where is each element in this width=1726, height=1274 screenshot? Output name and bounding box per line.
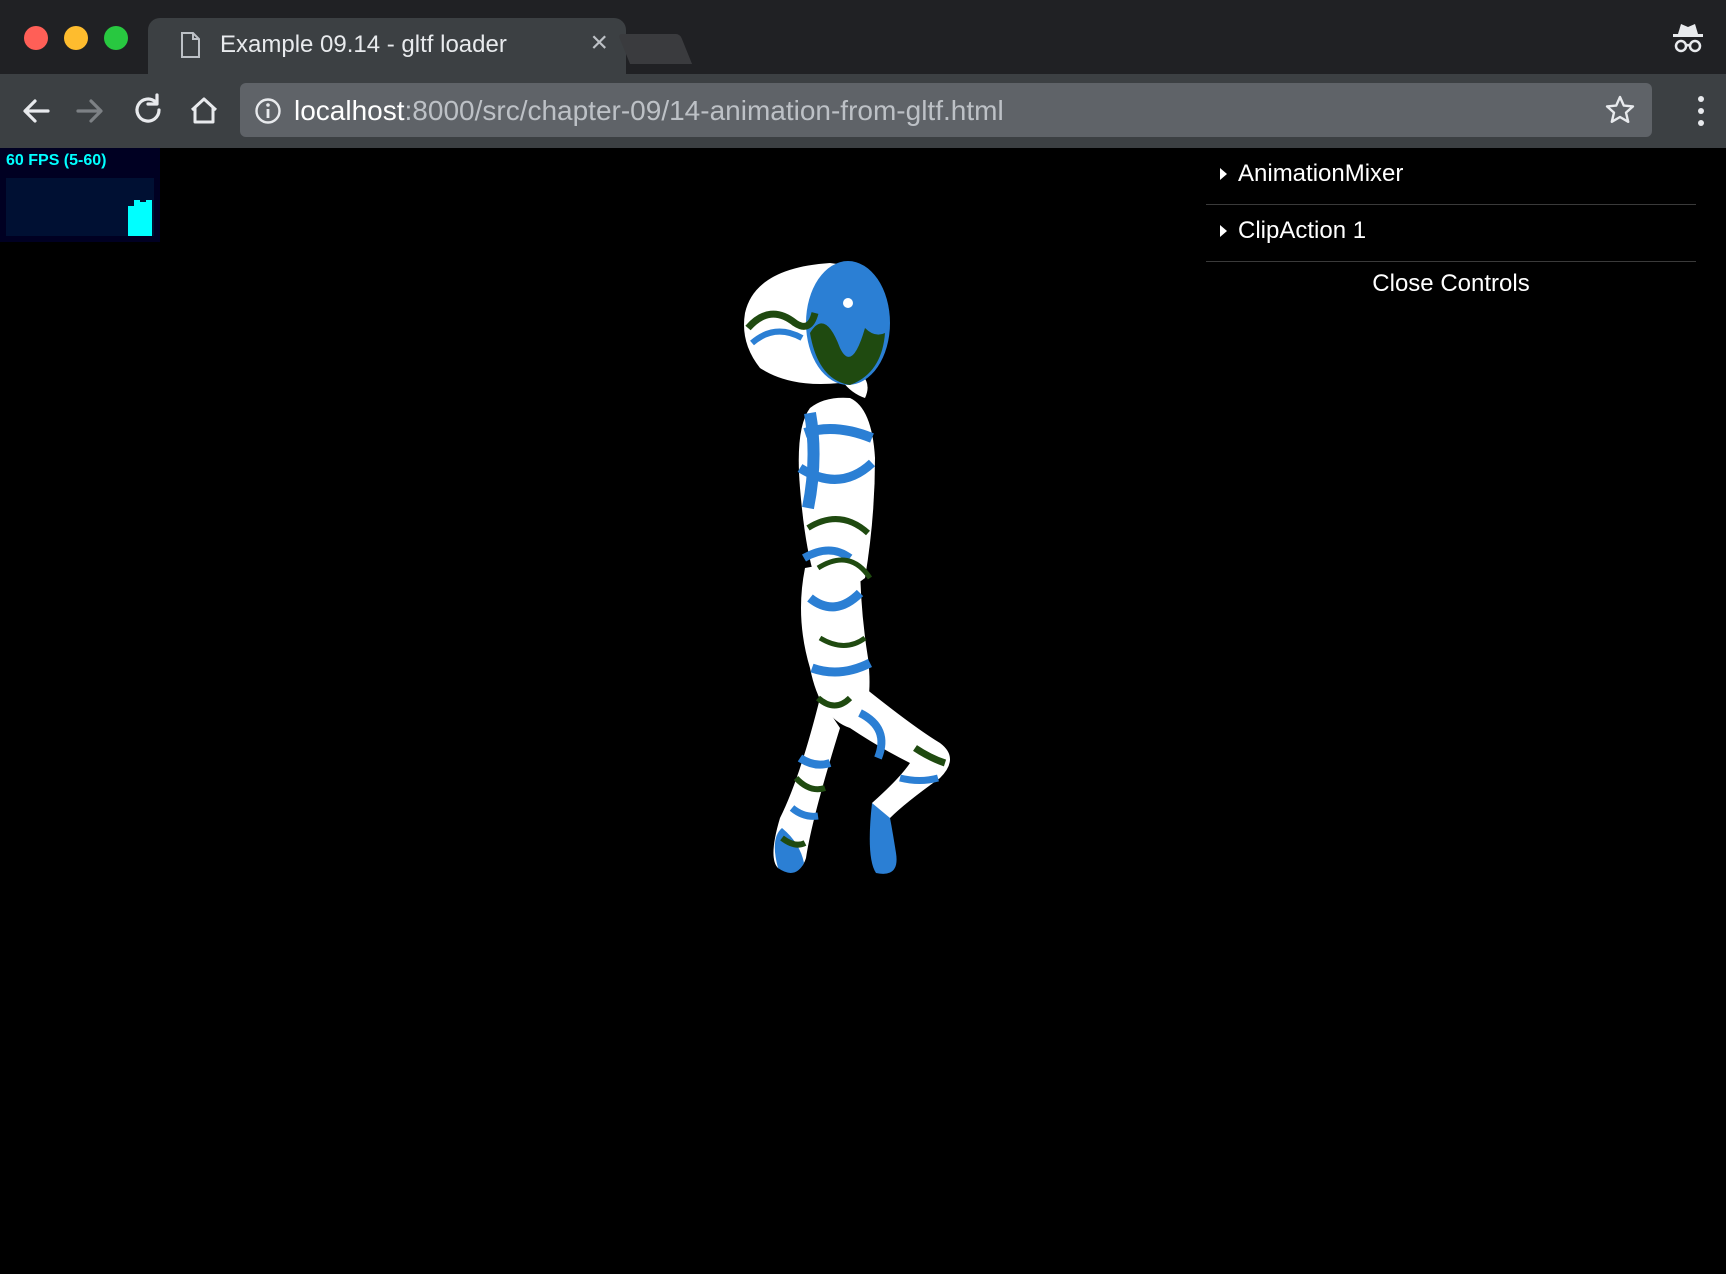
back-arrow-icon[interactable] [16, 91, 56, 131]
fps-readout: 60 FPS (5-60) [6, 152, 107, 169]
incognito-icon [1673, 24, 1703, 53]
url-text: localhost:8000/src/chapter-09/14-animati… [294, 95, 1004, 127]
new-tab-button[interactable] [617, 34, 693, 64]
gui-folder-clip-action[interactable]: ClipAction 1 [1206, 205, 1696, 262]
gui-folder-label: AnimationMixer [1238, 160, 1404, 187]
browser-title-bar: Example 09.14 - gltf loader × [0, 0, 1726, 74]
tab-close-icon[interactable]: × [590, 28, 608, 58]
caret-right-icon [1220, 168, 1227, 180]
reload-icon[interactable] [128, 91, 168, 131]
browser-tab[interactable]: Example 09.14 - gltf loader × [148, 18, 626, 74]
url-host: localhost [294, 95, 405, 126]
info-icon[interactable] [254, 97, 282, 125]
browser-toolbar: localhost:8000/src/chapter-09/14-animati… [0, 74, 1726, 148]
caret-right-icon [1220, 225, 1227, 237]
minimize-window-button[interactable] [64, 26, 88, 50]
close-controls-button[interactable]: Close Controls [1206, 262, 1696, 306]
webgl-canvas[interactable]: 60 FPS (5-60) AnimationMixer ClipAction … [0, 148, 1726, 1274]
fps-stats-panel[interactable]: 60 FPS (5-60) [0, 148, 160, 242]
forward-arrow-icon[interactable] [70, 91, 110, 131]
fps-graph [6, 178, 154, 236]
animated-character-model [744, 261, 950, 874]
tab-title: Example 09.14 - gltf loader [220, 31, 507, 58]
address-bar[interactable]: localhost:8000/src/chapter-09/14-animati… [240, 83, 1652, 137]
home-icon[interactable] [184, 91, 224, 131]
three-dots-menu-icon[interactable] [1696, 92, 1706, 130]
url-path: :8000/src/chapter-09/14-animation-from-g… [404, 95, 1004, 126]
gui-controls-panel: AnimationMixer ClipAction 1 Close Contro… [1206, 148, 1696, 306]
gui-folder-label: ClipAction 1 [1238, 217, 1367, 244]
close-window-button[interactable] [24, 26, 48, 50]
page-icon [181, 32, 200, 58]
fps-graph-bar [146, 200, 152, 236]
maximize-window-button[interactable] [104, 26, 128, 50]
star-icon[interactable] [1604, 94, 1636, 126]
gui-folder-animation-mixer[interactable]: AnimationMixer [1206, 148, 1696, 205]
